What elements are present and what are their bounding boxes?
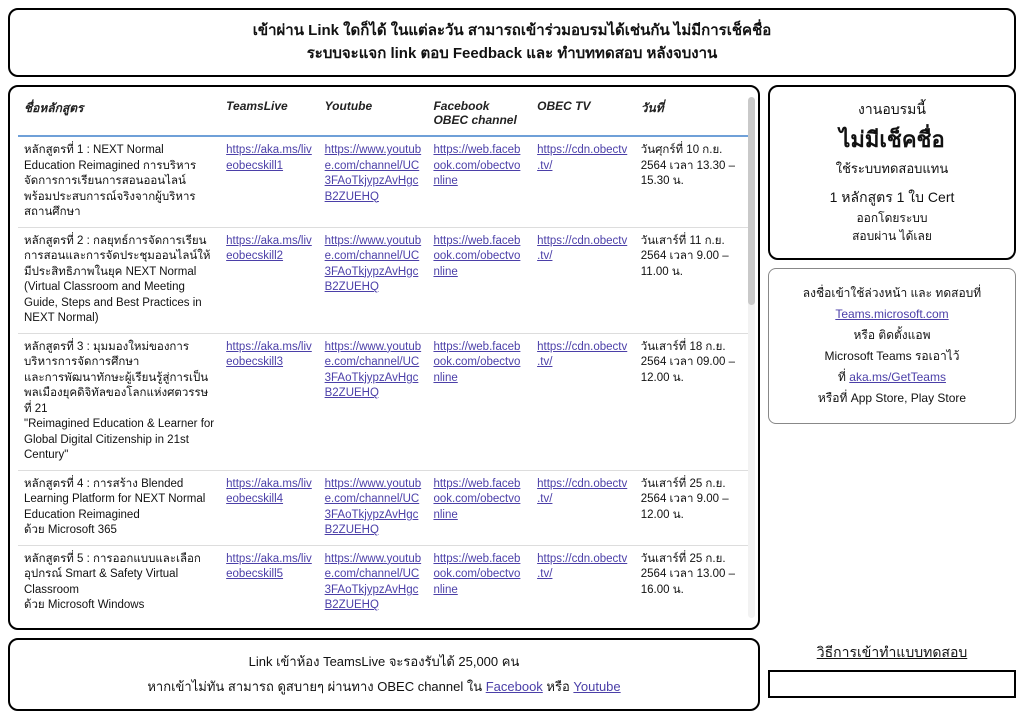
info-line2: ไม่มีเช็คชื่อ (778, 123, 1006, 157)
login-line1: ลงชื่อเข้าใช้ล่วงหน้า และ ทดสอบที่ (779, 283, 1005, 304)
obectv-link[interactable]: https://cdn.obectv.tv/ (537, 235, 627, 263)
facebook-link[interactable]: https://web.facebook.com/obectvonline (433, 478, 520, 521)
cell-course: หลักสูตรที่ 2 : กลยุทธ์การจัดการเรียนการ… (18, 227, 220, 333)
obectv-link[interactable]: https://cdn.obectv.tv/ (537, 478, 627, 506)
banner-line2: ระบบจะแจก link ตอบ Feedback และ ทำบททดสอ… (22, 43, 1002, 66)
schedule-table-container: ชื่อหลักสูตร TeamsLive Youtube Facebook … (8, 85, 760, 630)
table-row: หลักสูตรที่ 5 : การออกแบบและเลือกอุปกรณ์… (18, 545, 754, 620)
info-line1: งานอบรมนี้ (778, 99, 1006, 121)
footer-youtube-link[interactable]: Youtube (573, 679, 620, 694)
cell-course: หลักสูตรที่ 3 : มุมมองใหม่ของการบริหารกา… (18, 333, 220, 470)
footer-facebook-link[interactable]: Facebook (486, 679, 543, 694)
youtube-link[interactable]: https://www.youtube.com/channel/UC3FAoTk… (325, 478, 422, 537)
th-facebook: Facebook OBEC channel (427, 95, 531, 136)
footer-box: Link เข้าห้อง TeamsLive จะรองรับได้ 25,0… (8, 638, 760, 711)
cell-course: หลักสูตรที่ 5 : การออกแบบและเลือกอุปกรณ์… (18, 545, 220, 620)
getteams-link[interactable]: aka.ms/GetTeams (849, 370, 946, 384)
info-line5: ออกโดยระบบ (778, 209, 1006, 228)
login-line3: Microsoft Teams รอเอาไว้ (779, 346, 1005, 367)
teams-link[interactable]: https://aka.ms/liveobecskill2 (226, 235, 312, 263)
youtube-cell: https://www.youtube.com/channel/UC3FAoTk… (319, 545, 428, 620)
obectv-link[interactable]: https://cdn.obectv.tv/ (537, 553, 627, 581)
obectv-cell: https://cdn.obectv.tv/ (531, 227, 635, 333)
obectv-cell: https://cdn.obectv.tv/ (531, 333, 635, 470)
teams-cell: https://aka.ms/liveobecskill3 (220, 333, 318, 470)
th-youtube: Youtube (319, 95, 428, 136)
cell-course: หลักสูตรที่ 1 : NEXT Normal Education Re… (18, 136, 220, 227)
th-course: ชื่อหลักสูตร (18, 95, 220, 136)
table-row: หลักสูตรที่ 1 : NEXT Normal Education Re… (18, 136, 754, 227)
footer-line2-pre: หากเข้าไม่ทัน สามารถ ดูสบายๆ ผ่านทาง OBE… (147, 679, 485, 694)
teams-cell: https://aka.ms/liveobecskill4 (220, 470, 318, 545)
table-row: หลักสูตรที่ 3 : มุมมองใหม่ของการบริหารกา… (18, 333, 754, 470)
facebook-link[interactable]: https://web.facebook.com/obectvonline (433, 144, 520, 187)
info-box: งานอบรมนี้ ไม่มีเช็คชื่อ ใช้ระบบทดสอบแทน… (768, 85, 1016, 260)
login-line2: หรือ ติดตั้งแอพ (779, 325, 1005, 346)
youtube-cell: https://www.youtube.com/channel/UC3FAoTk… (319, 136, 428, 227)
teams-cell: https://aka.ms/liveobecskill5 (220, 545, 318, 620)
th-date: วันที่ (635, 95, 754, 136)
table-row: หลักสูตรที่ 4 : การสร้าง Blended Learnin… (18, 470, 754, 545)
obectv-cell: https://cdn.obectv.tv/ (531, 545, 635, 620)
login-box: ลงชื่อเข้าใช้ล่วงหน้า และ ทดสอบที่ Teams… (768, 268, 1016, 424)
schedule-table: ชื่อหลักสูตร TeamsLive Youtube Facebook … (18, 95, 754, 620)
cell-date: วันเสาร์ที่ 25 ก.ย. 2564 เวลา 9.00 – 12.… (635, 470, 754, 545)
table-row: หลักสูตรที่ 2 : กลยุทธ์การจัดการเรียนการ… (18, 227, 754, 333)
youtube-link[interactable]: https://www.youtube.com/channel/UC3FAoTk… (325, 553, 422, 612)
info-line4: 1 หลักสูตร 1 ใบ Cert (778, 187, 1006, 209)
test-title: วิธีการเข้าทำแบบทดสอบ (768, 642, 1016, 664)
teams-cell: https://aka.ms/liveobecskill2 (220, 227, 318, 333)
teams-link[interactable]: https://aka.ms/liveobecskill4 (226, 478, 312, 506)
teams-cell: https://aka.ms/liveobecskill1 (220, 136, 318, 227)
youtube-link[interactable]: https://www.youtube.com/channel/UC3FAoTk… (325, 144, 422, 203)
info-line3: ใช้ระบบทดสอบแทน (778, 159, 1006, 179)
facebook-cell: https://web.facebook.com/obectvonline (427, 545, 531, 620)
obectv-cell: https://cdn.obectv.tv/ (531, 470, 635, 545)
th-obectv: OBEC TV (531, 95, 635, 136)
youtube-link[interactable]: https://www.youtube.com/channel/UC3FAoTk… (325, 235, 422, 294)
cell-date: วันเสาร์ที่ 18 ก.ย. 2564 เวลา 09.00 – 12… (635, 333, 754, 470)
teams-link[interactable]: https://aka.ms/liveobecskill1 (226, 144, 312, 172)
cell-course: หลักสูตรที่ 4 : การสร้าง Blended Learnin… (18, 470, 220, 545)
teams-link[interactable]: https://aka.ms/liveobecskill3 (226, 341, 312, 369)
facebook-cell: https://web.facebook.com/obectvonline (427, 136, 531, 227)
banner-line1: เข้าผ่าน Link ใดก็ได้ ในแต่ละวัน สามารถเ… (22, 20, 1002, 43)
teams-link[interactable]: https://aka.ms/liveobecskill5 (226, 553, 312, 581)
cell-date: วันเสาร์ที่ 25 ก.ย. 2564 เวลา 13.00 – 16… (635, 545, 754, 620)
obectv-link[interactable]: https://cdn.obectv.tv/ (537, 144, 627, 172)
login-line4-pre: ที่ (838, 370, 849, 384)
login-line5: หรือที่ App Store, Play Store (779, 388, 1005, 409)
youtube-cell: https://www.youtube.com/channel/UC3FAoTk… (319, 227, 428, 333)
facebook-link[interactable]: https://web.facebook.com/obectvonline (433, 341, 520, 384)
footer-mid: หรือ (543, 679, 574, 694)
youtube-cell: https://www.youtube.com/channel/UC3FAoTk… (319, 470, 428, 545)
cell-date: วันศุกร์ที่ 10 ก.ย. 2564 เวลา 13.30 – 15… (635, 136, 754, 227)
top-banner: เข้าผ่าน Link ใดก็ได้ ในแต่ละวัน สามารถเ… (8, 8, 1016, 77)
facebook-link[interactable]: https://web.facebook.com/obectvonline (433, 553, 520, 596)
facebook-cell: https://web.facebook.com/obectvonline (427, 470, 531, 545)
youtube-link[interactable]: https://www.youtube.com/channel/UC3FAoTk… (325, 341, 422, 400)
th-teams: TeamsLive (220, 95, 318, 136)
test-input-box[interactable] (768, 670, 1016, 698)
obectv-cell: https://cdn.obectv.tv/ (531, 136, 635, 227)
info-line6: สอบผ่าน ได้เลย (778, 227, 1006, 246)
facebook-cell: https://web.facebook.com/obectvonline (427, 333, 531, 470)
facebook-link[interactable]: https://web.facebook.com/obectvonline (433, 235, 520, 278)
footer-line1: Link เข้าห้อง TeamsLive จะรองรับได้ 25,0… (20, 650, 748, 675)
facebook-cell: https://web.facebook.com/obectvonline (427, 227, 531, 333)
cell-date: วันเสาร์ที่ 11 ก.ย. 2564 เวลา 9.00 – 11.… (635, 227, 754, 333)
youtube-cell: https://www.youtube.com/channel/UC3FAoTk… (319, 333, 428, 470)
teams-link[interactable]: Teams.microsoft.com (835, 307, 948, 321)
obectv-link[interactable]: https://cdn.obectv.tv/ (537, 341, 627, 369)
scrollbar-thumb[interactable] (748, 97, 755, 305)
